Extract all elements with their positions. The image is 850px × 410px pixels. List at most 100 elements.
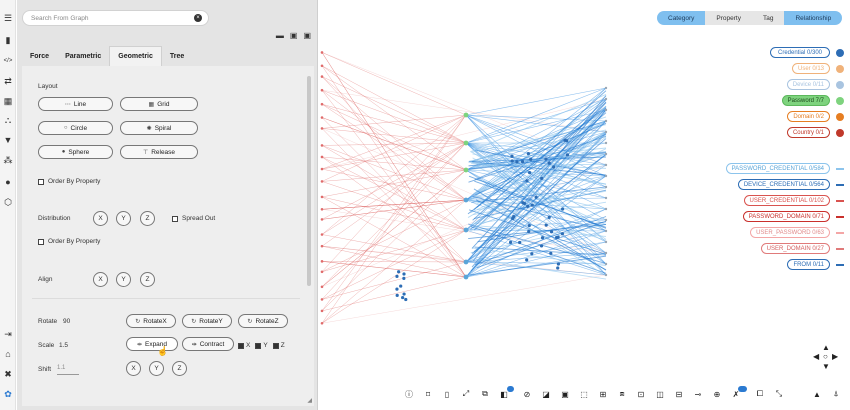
legend-country[interactable]: Country 0/1 xyxy=(786,127,830,138)
legend-user[interactable]: User 0/13 xyxy=(791,63,830,74)
graph-node[interactable] xyxy=(521,201,525,205)
invert-selection-icon[interactable]: ◪ xyxy=(541,389,551,399)
line-layout-button[interactable]: ⋯ Line xyxy=(38,97,113,111)
legend-user-domain[interactable]: USER_DOMAIN 0/27 xyxy=(760,243,830,254)
spiral-layout-button[interactable]: ✺ Spiral xyxy=(120,121,198,135)
tab-geometric[interactable]: Geometric xyxy=(109,46,162,66)
order-by-property-checkbox-1[interactable]: Order By Property xyxy=(38,178,100,185)
release-layout-button[interactable]: ⊤ Release xyxy=(120,145,198,159)
graph-node[interactable] xyxy=(320,309,324,313)
graph-node[interactable] xyxy=(463,197,469,203)
path-icon[interactable]: ⊸ xyxy=(693,389,703,399)
graph-node[interactable] xyxy=(320,321,324,325)
graph-node[interactable] xyxy=(463,167,469,173)
legend-password[interactable]: Password 7/7 xyxy=(781,95,830,106)
graph-node[interactable] xyxy=(510,159,514,163)
graph-node[interactable] xyxy=(320,116,324,119)
graph-node[interactable] xyxy=(529,157,533,161)
graph-node[interactable] xyxy=(320,64,324,68)
legend-user-credential[interactable]: USER_CREDENTIAL 0/102 xyxy=(743,195,830,206)
shift-x-button[interactable]: X xyxy=(126,361,141,376)
layers-icon[interactable]: ◫ xyxy=(655,389,665,399)
rotate-value-input[interactable]: 90 xyxy=(63,318,70,325)
graph-node[interactable] xyxy=(560,207,565,211)
graph-node[interactable] xyxy=(320,218,324,221)
scale-y-checkbox[interactable] xyxy=(255,342,262,349)
search-input[interactable]: Search From Graph × xyxy=(22,10,209,26)
rotate-z-button[interactable]: ↻ RotateZ xyxy=(238,314,288,328)
pan-up-icon[interactable]: ▲ xyxy=(822,343,830,352)
graph-node[interactable] xyxy=(604,251,608,255)
legend-credential[interactable]: Credential 0/300 xyxy=(770,47,830,58)
graph-node[interactable] xyxy=(556,266,560,270)
graph-node[interactable] xyxy=(463,274,469,280)
hide-icon[interactable]: ⊘ xyxy=(522,389,532,399)
screenshot-icon[interactable]: ▣ xyxy=(560,389,570,399)
graph-node[interactable] xyxy=(604,207,608,211)
graph-node[interactable] xyxy=(534,195,538,199)
graph-node[interactable] xyxy=(320,270,324,274)
align-z-button[interactable]: Z xyxy=(140,272,155,287)
move-to-bottom-icon[interactable]: ⍋ xyxy=(831,389,841,399)
graph-node[interactable] xyxy=(526,204,530,208)
graph-node[interactable] xyxy=(527,223,531,228)
graph-node[interactable] xyxy=(604,185,608,189)
distribution-y-button[interactable]: Y xyxy=(116,211,131,226)
graph-node[interactable] xyxy=(604,262,608,266)
tab-tag[interactable]: Tag xyxy=(751,11,785,25)
tab-relationship[interactable]: Relationship xyxy=(784,11,843,25)
graph-node[interactable] xyxy=(320,260,324,263)
home-icon[interactable]: ⌂ xyxy=(2,348,14,360)
tools-icon[interactable]: ✖ xyxy=(2,368,14,380)
graph-node[interactable] xyxy=(604,130,608,134)
distribution-x-button[interactable]: X xyxy=(93,211,108,226)
scale-z-checkbox[interactable] xyxy=(272,342,279,349)
connect-icon[interactable]: ⊕ xyxy=(712,389,722,399)
graph-node[interactable] xyxy=(320,88,324,92)
graph-node[interactable] xyxy=(549,230,554,234)
graph-node[interactable] xyxy=(515,160,519,164)
code-icon[interactable]: </> xyxy=(2,55,14,67)
graph-node[interactable] xyxy=(604,141,608,145)
graph-node[interactable] xyxy=(320,102,324,106)
graph-node[interactable] xyxy=(395,293,399,297)
graph-node[interactable] xyxy=(604,273,608,277)
order-by-property-checkbox-2[interactable]: Order By Property xyxy=(38,238,100,245)
tag-icon[interactable]: ⌑ xyxy=(423,389,433,399)
brand-logo-icon[interactable]: ✿ xyxy=(2,388,14,400)
graph-node[interactable] xyxy=(604,86,608,90)
menu-icon[interactable]: ☰ xyxy=(2,12,14,24)
graph-node[interactable] xyxy=(320,144,324,147)
lock-icon[interactable]: ⊡ xyxy=(636,389,646,399)
graph-node[interactable] xyxy=(552,165,556,169)
graph-node[interactable] xyxy=(530,252,534,256)
graph-node[interactable] xyxy=(525,258,529,262)
pan-down-icon[interactable]: ▼ xyxy=(822,362,830,371)
swap-icon[interactable]: ⇄ xyxy=(2,75,14,87)
sphere-layout-button[interactable]: ● Sphere xyxy=(38,145,113,159)
move-down-icon[interactable]: ▲ xyxy=(812,389,822,399)
graph-node[interactable] xyxy=(399,284,403,288)
distribution-z-button[interactable]: Z xyxy=(140,211,155,226)
tab-parametric[interactable]: Parametric xyxy=(57,46,109,66)
graph-node[interactable] xyxy=(544,157,548,161)
export-icon[interactable]: ⊟ xyxy=(674,389,684,399)
info-icon[interactable]: ⓘ xyxy=(404,389,414,399)
graph-node[interactable] xyxy=(604,229,608,233)
shift-y-button[interactable]: Y xyxy=(149,361,164,376)
graph-node[interactable] xyxy=(402,276,406,280)
graph-node[interactable] xyxy=(556,262,561,266)
graph-node[interactable] xyxy=(404,297,408,302)
graph-node[interactable] xyxy=(525,179,529,183)
spread-out-checkbox[interactable]: Spread Out xyxy=(172,215,215,222)
center-view-icon[interactable]: ○ xyxy=(823,352,828,361)
graph-node[interactable] xyxy=(528,170,532,175)
graph-node[interactable] xyxy=(395,287,399,291)
graph-node[interactable] xyxy=(604,174,608,178)
clear-search-icon[interactable]: × xyxy=(194,14,202,22)
graph-node[interactable] xyxy=(508,240,513,244)
legend-device[interactable]: Device 0/11 xyxy=(786,79,830,90)
tab-category[interactable]: Category xyxy=(657,11,706,25)
new-window-icon[interactable]: ⧠ xyxy=(755,389,765,399)
graph-node[interactable] xyxy=(565,139,569,143)
